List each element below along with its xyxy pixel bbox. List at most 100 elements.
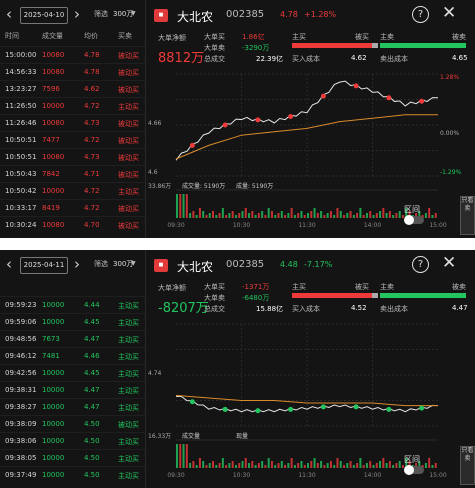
range-toggle[interactable] [404, 465, 424, 475]
volume-bar [395, 213, 398, 218]
table-cell: 4.73 [84, 153, 100, 161]
table-row[interactable]: 10:50:51 10080 4.73 被动买 [0, 148, 145, 166]
help-icon[interactable]: ? [412, 6, 429, 23]
table-cell: 10:50:42 [5, 187, 37, 195]
prev-day-icon[interactable]: ‹ [6, 256, 12, 272]
help-icon[interactable]: ? [412, 256, 429, 273]
table-row[interactable]: 11:26:50 10000 4.72 主动买 [0, 97, 145, 115]
table-row[interactable]: 10:50:51 7477 4.72 被动买 [0, 131, 145, 149]
stock-logo-icon: ■ [154, 9, 168, 22]
table-row[interactable]: 11:26:46 10080 4.73 被动买 [0, 114, 145, 132]
volume-legend: 成交量: 5190万 [182, 182, 225, 190]
table-cell: 主动买 [118, 472, 139, 480]
volume-bar [316, 213, 319, 218]
volume-bar [398, 211, 401, 218]
table-row[interactable]: 09:38:09 10000 4.50 被动买 [0, 415, 145, 433]
table-cell: 4.50 [84, 437, 100, 445]
dropdown-icon[interactable]: ▼ [131, 260, 136, 267]
table-row[interactable]: 09:59:23 10000 4.44 主动买 [0, 296, 145, 314]
stock-name: 大北农 [177, 10, 214, 24]
volume-bar [300, 211, 303, 218]
volume-bar [372, 215, 375, 218]
table-row[interactable]: 09:38:27 10000 4.47 主动买 [0, 398, 145, 416]
table-row[interactable]: 09:46:12 7481 4.46 主动买 [0, 347, 145, 365]
intraday-chart: 4.74 16.33万 成交量 现量 09:30 10:30 11:30 14:00 15:00 [146, 318, 475, 488]
table-row[interactable]: 10:33:17 8419 4.72 被动买 [0, 199, 145, 217]
table-row[interactable]: 09:38:05 10000 4.50 主动买 [0, 449, 145, 467]
filter-label[interactable]: 筛选 [94, 259, 108, 269]
table-row[interactable]: 15:00:00 10080 4.78 被动买 [0, 46, 145, 64]
x-tick-label: 10:30 [233, 472, 250, 479]
table-row[interactable]: 09:38:06 10000 4.50 主动买 [0, 432, 145, 450]
volume-bar [189, 463, 192, 468]
range-label[interactable]: 区间 [404, 204, 420, 215]
range-label[interactable]: 区间 [404, 454, 420, 465]
table-cell: 主动买 [118, 455, 139, 463]
table-cell: 被动买 [118, 171, 139, 179]
volume-bar [333, 215, 336, 218]
trade-marker [320, 93, 326, 99]
filter-label[interactable]: 筛选 [94, 9, 108, 19]
table-row[interactable]: 09:38:31 10000 4.47 主动买 [0, 381, 145, 399]
table-row[interactable]: 14:56:33 10080 4.78 被动买 [0, 63, 145, 81]
volume-bar [234, 465, 237, 468]
volume-bar [352, 465, 355, 468]
collapse-tab[interactable]: 只看卖 [460, 446, 475, 485]
table-cell: 11:26:46 [5, 119, 37, 127]
sell-cost-label: 卖出成本 [380, 305, 408, 313]
table-row[interactable]: 09:59:06 10000 4.45 主动买 [0, 313, 145, 331]
passive-buy-label: 被买 [355, 33, 369, 41]
toggle-knob[interactable] [404, 215, 414, 225]
volume-bar [349, 461, 352, 468]
table-row[interactable]: 10:50:42 10000 4.72 主动买 [0, 182, 145, 200]
dropdown-icon[interactable]: ▼ [131, 10, 136, 17]
x-tick-label: 09:30 [167, 222, 184, 229]
volume-bar [431, 215, 434, 218]
table-cell: 7673 [42, 335, 60, 343]
toggle-knob[interactable] [404, 465, 414, 475]
volume-bar [310, 211, 313, 218]
table-cell: 10080 [42, 153, 65, 161]
volume-bar [280, 461, 283, 468]
table-row[interactable]: 10:50:43 7842 4.71 被动买 [0, 165, 145, 183]
table-cell: 14:56:33 [5, 68, 37, 76]
volume-bar [352, 215, 355, 218]
table-row[interactable]: 09:48:56 7673 4.47 主动买 [0, 330, 145, 348]
prev-day-icon[interactable]: ‹ [6, 6, 12, 22]
volume-bar [333, 465, 336, 468]
table-row[interactable]: 10:30:24 10080 4.70 被动买 [0, 216, 145, 234]
range-toggle[interactable] [404, 215, 424, 225]
close-icon[interactable]: ✕ [442, 253, 456, 273]
date-field[interactable]: 2025-04-10 [20, 7, 68, 24]
close-icon[interactable]: ✕ [442, 3, 456, 23]
table-cell: 主动买 [118, 387, 139, 395]
collapse-tab[interactable]: 只看卖 [460, 196, 475, 235]
sell-bar [380, 43, 466, 48]
table-cell: 4.50 [84, 454, 100, 462]
table-row[interactable]: 09:37:49 10000 4.50 主动买 [0, 466, 145, 484]
volume-bar [277, 213, 280, 218]
pct-top-label: 1.28% [440, 74, 459, 81]
volume-bar [185, 194, 188, 218]
date-field[interactable]: 2025-04-11 [20, 257, 68, 274]
table-cell: 被动买 [118, 52, 139, 60]
trade-marker [189, 142, 195, 148]
table-row[interactable]: 13:23:27 7596 4.62 被动买 [0, 80, 145, 98]
trade-marker [255, 408, 261, 414]
main-buy-label: 主买 [292, 283, 306, 291]
volume-bar [238, 463, 241, 468]
table-row[interactable]: 09:42:56 10000 4.45 主动买 [0, 364, 145, 382]
next-day-icon[interactable]: › [74, 6, 80, 22]
table-cell: 主动买 [118, 336, 139, 344]
x-tick-label: 09:30 [167, 472, 184, 479]
sell-cost-value: 4.47 [452, 304, 468, 312]
table-cell: 被动买 [118, 137, 139, 145]
next-day-icon[interactable]: › [74, 256, 80, 272]
volume-bar [323, 465, 326, 468]
volume-bar [428, 458, 431, 468]
volume-bar [254, 215, 257, 218]
volume-bar [303, 465, 306, 468]
volume-legend: 成量: 5190万 [236, 182, 273, 190]
volume-bar [218, 213, 221, 218]
volume-bar [231, 211, 234, 218]
